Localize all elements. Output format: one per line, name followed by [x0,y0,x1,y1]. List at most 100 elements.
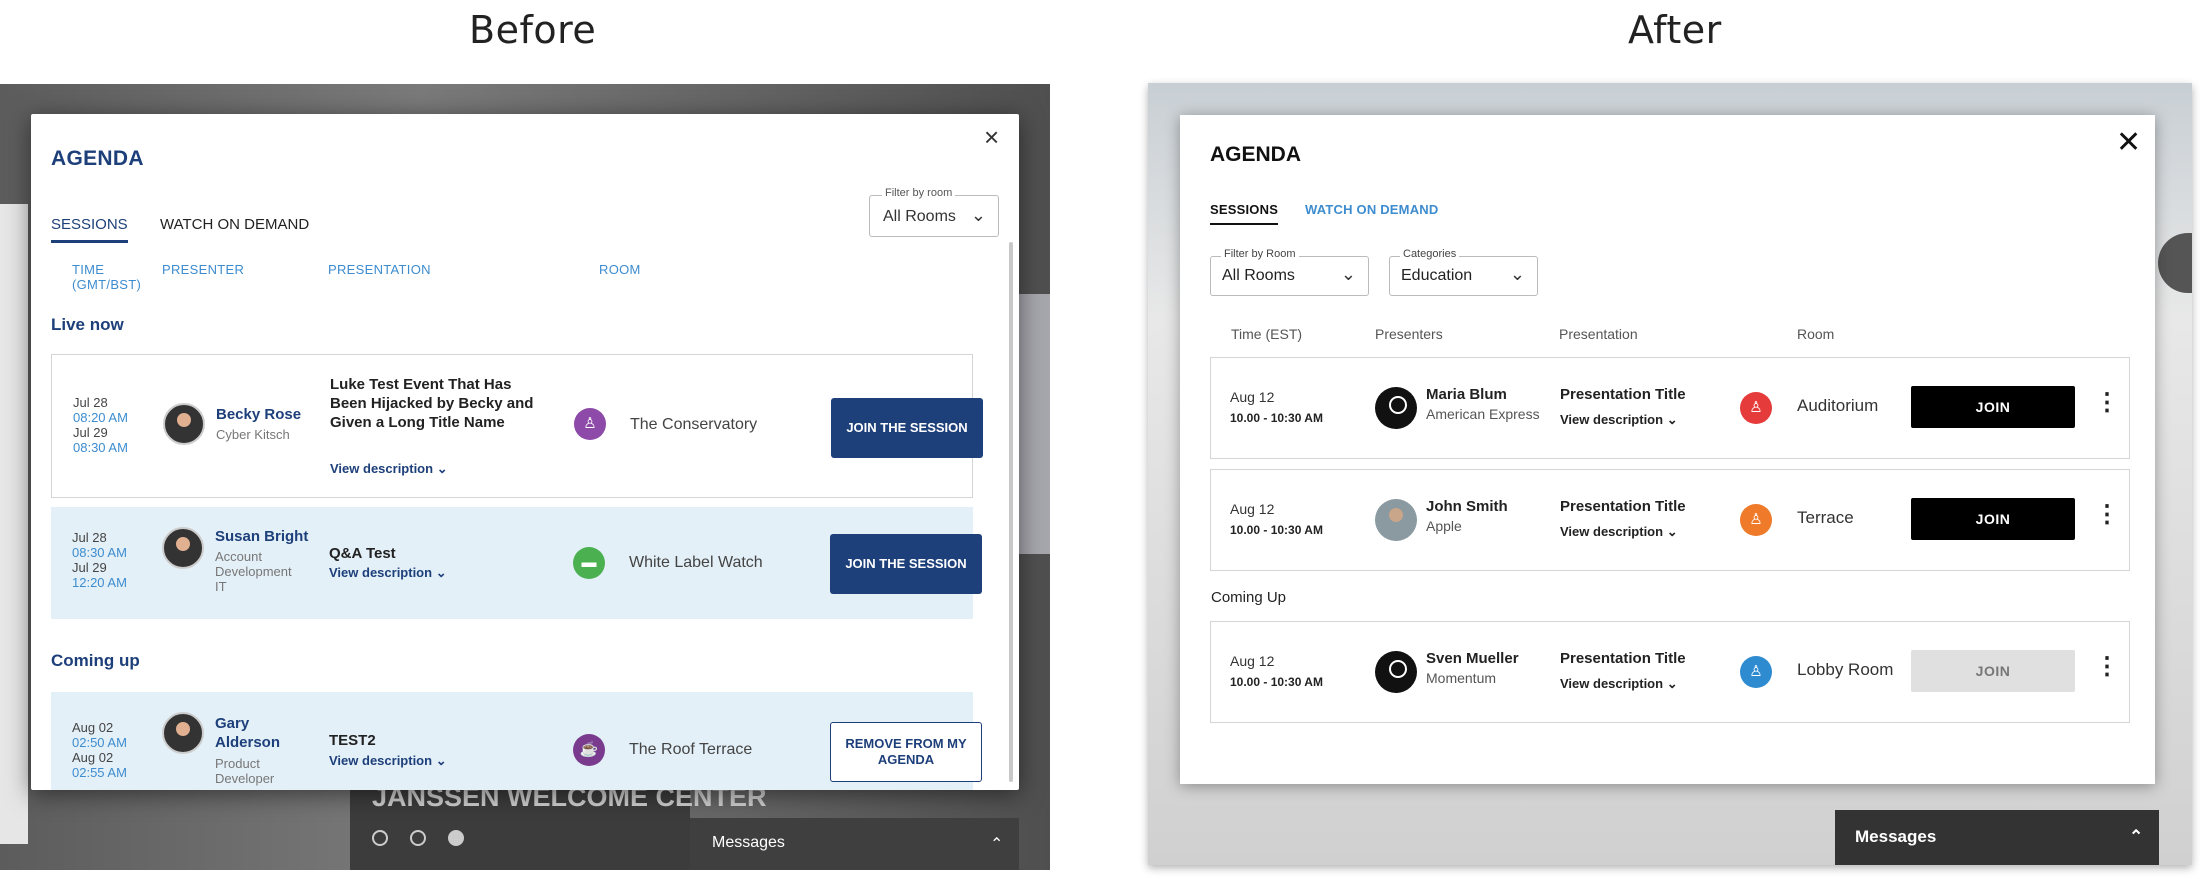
remove-from-agenda-button[interactable]: REMOVE FROM MY AGENDA [830,722,982,782]
avatar [1375,387,1417,429]
before-screenshot: JANSSEN WELCOME CENTER AGENDA × SESSIONS… [0,84,1050,870]
avatar [163,403,205,445]
category-filter-select[interactable]: Categories Education ⌄ [1389,248,1538,296]
column-time: Time (EST) [1231,326,1303,342]
column-room: ROOM [599,262,641,277]
view-description-link[interactable]: View description ⌄ [1560,524,1678,540]
more-options-icon[interactable]: ⋮ [2095,500,2119,529]
agenda-modal: AGENDA × SESSIONS WATCH ON DEMAND Filter… [31,114,1019,790]
session-datetime: Jul 28 08:20 AM Jul 29 08:30 AM [73,395,128,455]
session-row: Jul 28 08:30 AM Jul 29 12:20 AM Susan Brigh… [51,507,982,619]
messages-bar[interactable]: Messages ⌃ [690,818,1019,870]
messages-label: Messages [712,834,785,851]
room-icon: ♙ [1740,504,1772,536]
more-options-icon[interactable]: ⋮ [2095,388,2119,417]
room-icon: ♙ [574,408,606,440]
chevron-down-icon: ⌄ [1666,524,1678,539]
presenter-org: Apple [1426,518,1462,534]
after-screenshot: AGENDA ✕ SESSIONS WATCH ON DEMAND Filter… [1148,83,2192,865]
before-panel-title: Before [469,8,597,52]
carousel-dot-2[interactable] [410,830,426,846]
join-button-disabled[interactable]: JOIN [1911,650,2075,692]
background-wall [0,204,28,844]
room-filter-select[interactable]: Filter by Room All Rooms ⌄ [1210,248,1369,296]
session-card: Aug 12 10.00 - 10:30 AM Sven Mueller Mome… [1210,621,2130,723]
join-button[interactable]: JOIN [1911,498,2075,540]
presenter-org: Momentum [1426,670,1497,686]
chevron-down-icon: ⌄ [1509,264,1525,284]
chevron-up-icon[interactable]: ⌃ [990,834,1003,854]
tab-sessions[interactable]: SESSIONS [1210,202,1279,225]
presenter-org: American Express [1426,406,1540,422]
join-session-button[interactable]: JOIN THE SESSION [830,534,982,594]
session-datetime: Aug 12 10.00 - 10:30 AM [1230,501,1323,537]
column-presentation: PRESENTATION [328,262,431,277]
presentation-title: Presentation Title [1560,650,1686,667]
chevron-down-icon: ⌄ [436,461,448,476]
after-panel-title: After [1628,8,1722,52]
tab-sessions[interactable]: SESSIONS [51,216,128,243]
room-icon: ▬ [573,547,605,579]
category-filter-value: Education [1401,267,1473,284]
room-name: The Roof Terrace [629,741,753,758]
room-name: White Label Watch [629,554,763,571]
category-filter-label: Categories [1400,248,1460,260]
avatar [162,712,204,754]
presenter-name[interactable]: John Smith [1426,498,1508,515]
chevron-down-icon: ⌄ [435,753,447,768]
room-filter-select[interactable]: Filter by room All Rooms ⌄ [869,187,999,237]
room-name: The Conservatory [630,416,758,433]
close-icon[interactable]: × [984,122,999,153]
room-icon: ♙ [1740,392,1772,424]
carousel-dot-3[interactable] [448,830,464,846]
tab-watch-on-demand[interactable]: WATCH ON DEMAND [1305,202,1438,217]
view-description-link[interactable]: View description ⌄ [330,461,448,477]
presenter-name[interactable]: Sven Mueller [1426,650,1519,667]
chevron-down-icon: ⌄ [1666,412,1678,427]
join-session-button[interactable]: JOIN THE SESSION [831,398,983,458]
view-description-link[interactable]: View description ⌄ [1560,412,1678,428]
room-filter-value: All Rooms [1222,267,1295,284]
chevron-down-icon: ⌄ [970,205,986,225]
presentation-title: Presentation Title [1560,498,1686,515]
view-description-link[interactable]: View description ⌄ [1560,676,1678,692]
avatar [162,527,204,569]
chevron-up-icon[interactable]: ⌃ [2129,827,2143,847]
presenter-name[interactable]: Maria Blum [1426,386,1507,403]
scrollbar[interactable] [1009,242,1013,782]
view-description-link[interactable]: View description ⌄ [329,753,447,769]
session-card: Aug 12 10.00 - 10:30 AM John Smith Apple … [1210,469,2130,571]
session-row: Aug 02 02:50 AM Aug 02 02:55 AM Gary Alders… [51,692,982,790]
presentation-title: Q&A Test [329,545,396,562]
background-poster [1019,294,1050,554]
presenter-name[interactable]: Gary Alderson [215,714,315,752]
presenter-name[interactable]: Susan Bright [215,527,315,546]
session-row: Jul 28 08:20 AM Jul 29 08:30 AM Becky Rose … [51,354,983,498]
presenter-org: Account Development IT [215,549,292,594]
session-datetime: Aug 02 02:50 AM Aug 02 02:55 AM [72,720,127,780]
carousel-dot-1[interactable] [372,830,388,846]
session-datetime: Aug 12 10.00 - 10:30 AM [1230,389,1323,425]
section-live-now: Live now [51,315,124,334]
tab-watch-on-demand[interactable]: WATCH ON DEMAND [160,216,309,233]
room-filter-label: Filter by Room [1221,248,1299,260]
room-name: Auditorium [1797,396,1879,415]
close-icon[interactable]: ✕ [2116,125,2141,160]
room-filter-label: Filter by room [882,187,956,199]
join-button[interactable]: JOIN [1911,386,2075,428]
messages-bar[interactable]: Messages ⌃ [1835,810,2159,865]
chevron-down-icon: ⌄ [435,565,447,580]
room-icon: ☕ [573,734,605,766]
agenda-title: AGENDA [51,147,144,170]
presentation-title: Luke Test Event That Has Been Hijacked b… [330,376,534,431]
chevron-down-icon: ⌄ [1666,676,1678,691]
column-room: Room [1797,326,1835,342]
view-description-link[interactable]: View description ⌄ [329,565,447,581]
more-options-icon[interactable]: ⋮ [2095,652,2119,681]
session-datetime: Jul 28 08:30 AM Jul 29 12:20 AM [72,530,127,590]
presentation-title: TEST2 [329,732,376,749]
presenter-name[interactable]: Becky Rose [216,405,316,424]
section-coming-up: Coming Up [1211,589,1287,606]
section-coming-up: Coming up [51,651,140,670]
avatar [1375,651,1417,693]
